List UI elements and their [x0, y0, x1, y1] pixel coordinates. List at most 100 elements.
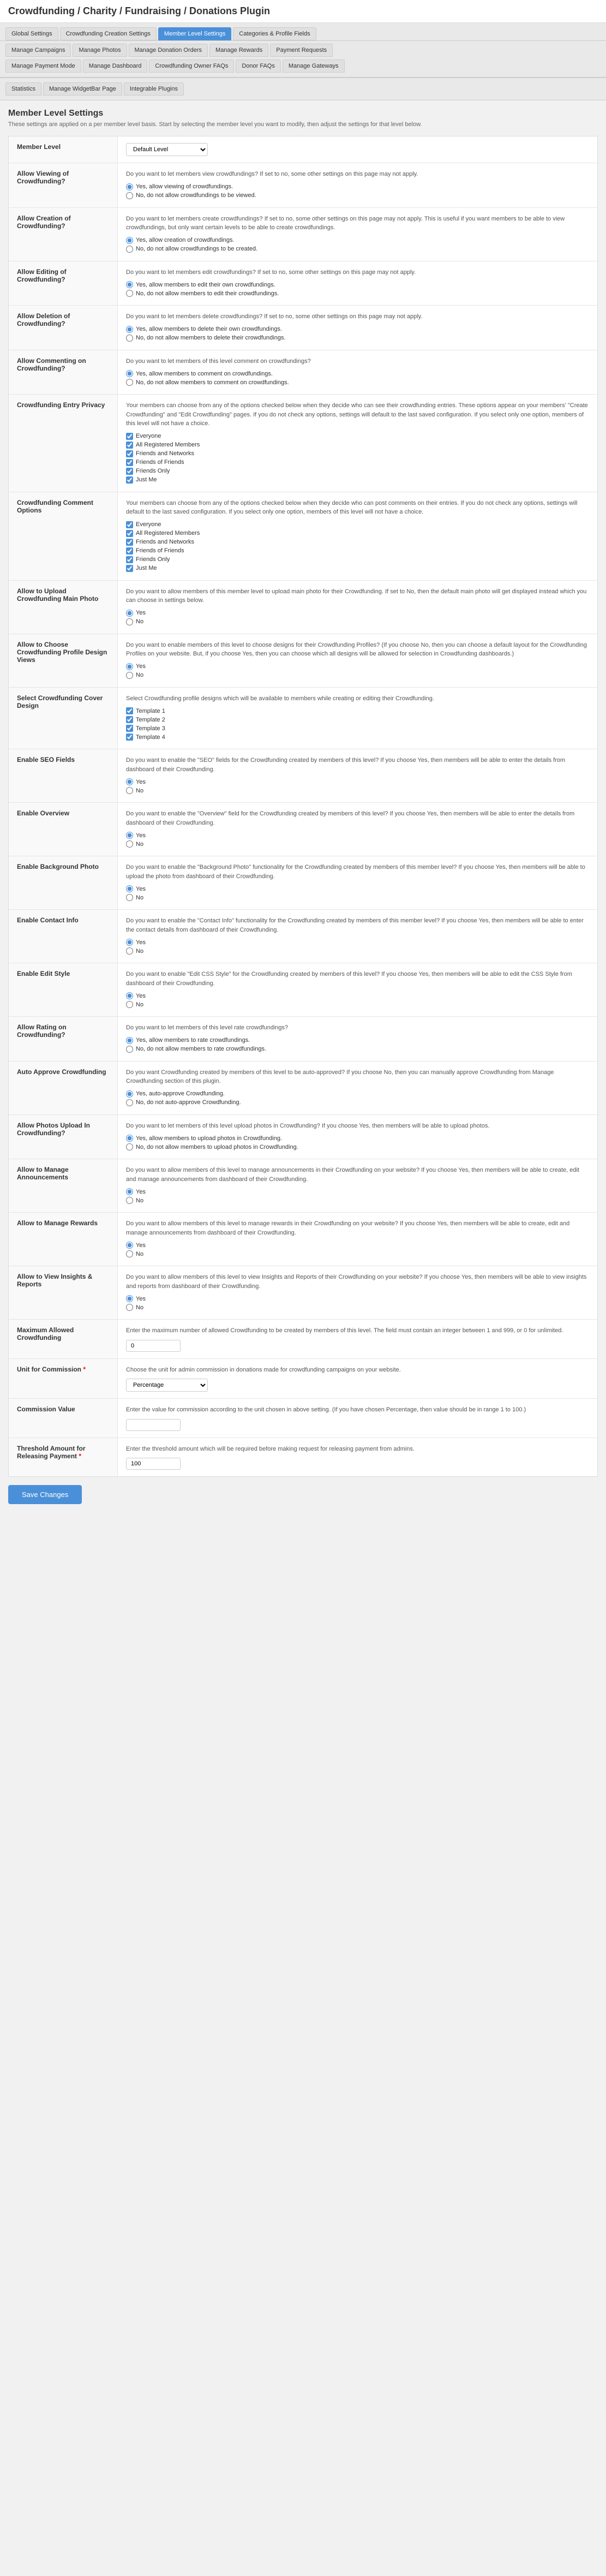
upload-photo-no-radio[interactable] — [126, 618, 133, 625]
tab-donor-faqs[interactable]: Donor FAQs — [236, 59, 281, 73]
comment-friends-of-friends[interactable]: Friends of Friends — [126, 547, 589, 554]
seo-yes[interactable]: Yes — [126, 778, 589, 785]
privacy-just-me[interactable]: Just Me — [126, 476, 589, 484]
view-insights-no[interactable]: No — [126, 1304, 589, 1311]
auto-approve-no[interactable]: No, do not auto-approve Crowdfunding. — [126, 1099, 589, 1106]
edit-style-yes[interactable]: Yes — [126, 992, 589, 999]
comment-friends-networks-cb[interactable] — [126, 539, 133, 546]
comment-friends-of-friends-cb[interactable] — [126, 547, 133, 554]
allow-commenting-no-radio[interactable] — [126, 379, 133, 386]
allow-viewing-yes[interactable]: Yes, allow viewing of crowdfundings. — [126, 183, 589, 190]
allow-viewing-no[interactable]: No, do not allow crowdfundings to be vie… — [126, 192, 589, 199]
tab-manage-rewards[interactable]: Manage Rewards — [209, 44, 268, 57]
seo-yes-radio[interactable] — [126, 778, 133, 785]
tab-member-level-settings[interactable]: Member Level Settings — [158, 27, 232, 40]
tab-manage-gateways[interactable]: Manage Gateways — [283, 59, 345, 73]
template-2[interactable]: Template 2 — [126, 716, 589, 723]
comment-just-me-cb[interactable] — [126, 565, 133, 572]
edit-style-yes-radio[interactable] — [126, 992, 133, 999]
manage-announcements-no[interactable]: No — [126, 1197, 589, 1204]
allow-deletion-yes[interactable]: Yes, allow members to delete their own c… — [126, 326, 589, 333]
view-insights-yes-radio[interactable] — [126, 1295, 133, 1302]
max-allowed-input[interactable] — [126, 1340, 181, 1352]
allow-rating-no-radio[interactable] — [126, 1046, 133, 1053]
template-4-cb[interactable] — [126, 734, 133, 741]
tab-manage-dashboard[interactable]: Manage Dashboard — [83, 59, 148, 73]
allow-photos-upload-no-radio[interactable] — [126, 1143, 133, 1150]
manage-rewards-yes-radio[interactable] — [126, 1242, 133, 1249]
contact-info-no[interactable]: No — [126, 947, 589, 955]
design-views-no[interactable]: No — [126, 672, 589, 679]
allow-commenting-yes[interactable]: Yes, allow members to comment on crowdfu… — [126, 370, 589, 377]
view-insights-no-radio[interactable] — [126, 1304, 133, 1311]
allow-rating-no[interactable]: No, do not allow members to rate crowdfu… — [126, 1046, 589, 1053]
contact-info-yes-radio[interactable] — [126, 939, 133, 946]
privacy-just-me-cb[interactable] — [126, 476, 133, 484]
comment-everyone-cb[interactable] — [126, 521, 133, 528]
template-4[interactable]: Template 4 — [126, 734, 589, 741]
bg-photo-yes-radio[interactable] — [126, 885, 133, 892]
template-3-cb[interactable] — [126, 725, 133, 732]
tab-categories-profile-fields[interactable]: Categories & Profile Fields — [233, 27, 316, 40]
save-button[interactable]: Save Changes — [8, 1485, 82, 1504]
design-views-no-radio[interactable] — [126, 672, 133, 679]
comment-friends-only-cb[interactable] — [126, 556, 133, 563]
overview-no[interactable]: No — [126, 840, 589, 848]
privacy-everyone[interactable]: Everyone — [126, 433, 589, 440]
design-views-yes-radio[interactable] — [126, 663, 133, 670]
manage-announcements-yes[interactable]: Yes — [126, 1188, 589, 1195]
upload-photo-no[interactable]: No — [126, 618, 589, 625]
overview-yes-radio[interactable] — [126, 832, 133, 839]
privacy-everyone-cb[interactable] — [126, 433, 133, 440]
allow-commenting-yes-radio[interactable] — [126, 370, 133, 377]
overview-no-radio[interactable] — [126, 840, 133, 848]
comment-just-me[interactable]: Just Me — [126, 565, 589, 572]
manage-announcements-no-radio[interactable] — [126, 1197, 133, 1204]
member-level-select[interactable]: Default Level — [126, 143, 208, 156]
template-1[interactable]: Template 1 — [126, 707, 589, 714]
upload-photo-yes[interactable]: Yes — [126, 610, 589, 617]
privacy-friends-of-friends-cb[interactable] — [126, 459, 133, 466]
tab-manage-payment-mode[interactable]: Manage Payment Mode — [5, 59, 81, 73]
allow-rating-yes-radio[interactable] — [126, 1037, 133, 1044]
seo-no[interactable]: No — [126, 787, 589, 794]
allow-deletion-no[interactable]: No, do not allow members to delete their… — [126, 335, 589, 342]
threshold-amount-input[interactable] — [126, 1458, 181, 1470]
allow-editing-no[interactable]: No, do not allow members to edit their c… — [126, 290, 589, 297]
contact-info-no-radio[interactable] — [126, 947, 133, 955]
privacy-friends-only[interactable]: Friends Only — [126, 468, 589, 475]
comment-friends-only[interactable]: Friends Only — [126, 556, 589, 563]
manage-rewards-no[interactable]: No — [126, 1250, 589, 1257]
allow-rating-yes[interactable]: Yes, allow members to rate crowdfundings… — [126, 1037, 589, 1044]
allow-photos-upload-yes[interactable]: Yes, allow members to upload photos in C… — [126, 1135, 589, 1142]
tab-creation-settings[interactable]: Crowdfunding Creation Settings — [60, 27, 157, 40]
tab-statistics[interactable]: Statistics — [5, 82, 41, 96]
edit-style-no-radio[interactable] — [126, 1001, 133, 1008]
allow-commenting-no[interactable]: No, do not allow members to comment on c… — [126, 379, 589, 386]
comment-everyone[interactable]: Everyone — [126, 521, 589, 528]
privacy-all-registered[interactable]: All Registered Members — [126, 442, 589, 449]
template-2-cb[interactable] — [126, 716, 133, 723]
allow-editing-yes[interactable]: Yes, allow members to edit their own cro… — [126, 281, 589, 288]
auto-approve-no-radio[interactable] — [126, 1099, 133, 1106]
allow-viewing-no-radio[interactable] — [126, 192, 133, 199]
overview-yes[interactable]: Yes — [126, 832, 589, 839]
view-insights-yes[interactable]: Yes — [126, 1295, 589, 1302]
comment-friends-networks[interactable]: Friends and Networks — [126, 539, 589, 546]
tab-manage-donation-orders[interactable]: Manage Donation Orders — [129, 44, 208, 57]
upload-photo-yes-radio[interactable] — [126, 610, 133, 617]
allow-photos-upload-no[interactable]: No, do not allow members to upload photo… — [126, 1143, 589, 1150]
allow-deletion-no-radio[interactable] — [126, 335, 133, 342]
bg-photo-no-radio[interactable] — [126, 894, 133, 901]
bg-photo-no[interactable]: No — [126, 894, 589, 901]
tab-crowdfunding-owner-faqs[interactable]: Crowdfunding Owner FAQs — [149, 59, 234, 73]
privacy-friends-only-cb[interactable] — [126, 468, 133, 475]
allow-creation-yes-radio[interactable] — [126, 237, 133, 244]
privacy-friends-networks-cb[interactable] — [126, 450, 133, 457]
manage-announcements-yes-radio[interactable] — [126, 1188, 133, 1195]
allow-creation-no-radio[interactable] — [126, 246, 133, 253]
privacy-friends-of-friends[interactable]: Friends of Friends — [126, 459, 589, 466]
allow-photos-upload-yes-radio[interactable] — [126, 1135, 133, 1142]
commission-value-input[interactable] — [126, 1419, 181, 1431]
tab-manage-photos[interactable]: Manage Photos — [73, 44, 127, 57]
